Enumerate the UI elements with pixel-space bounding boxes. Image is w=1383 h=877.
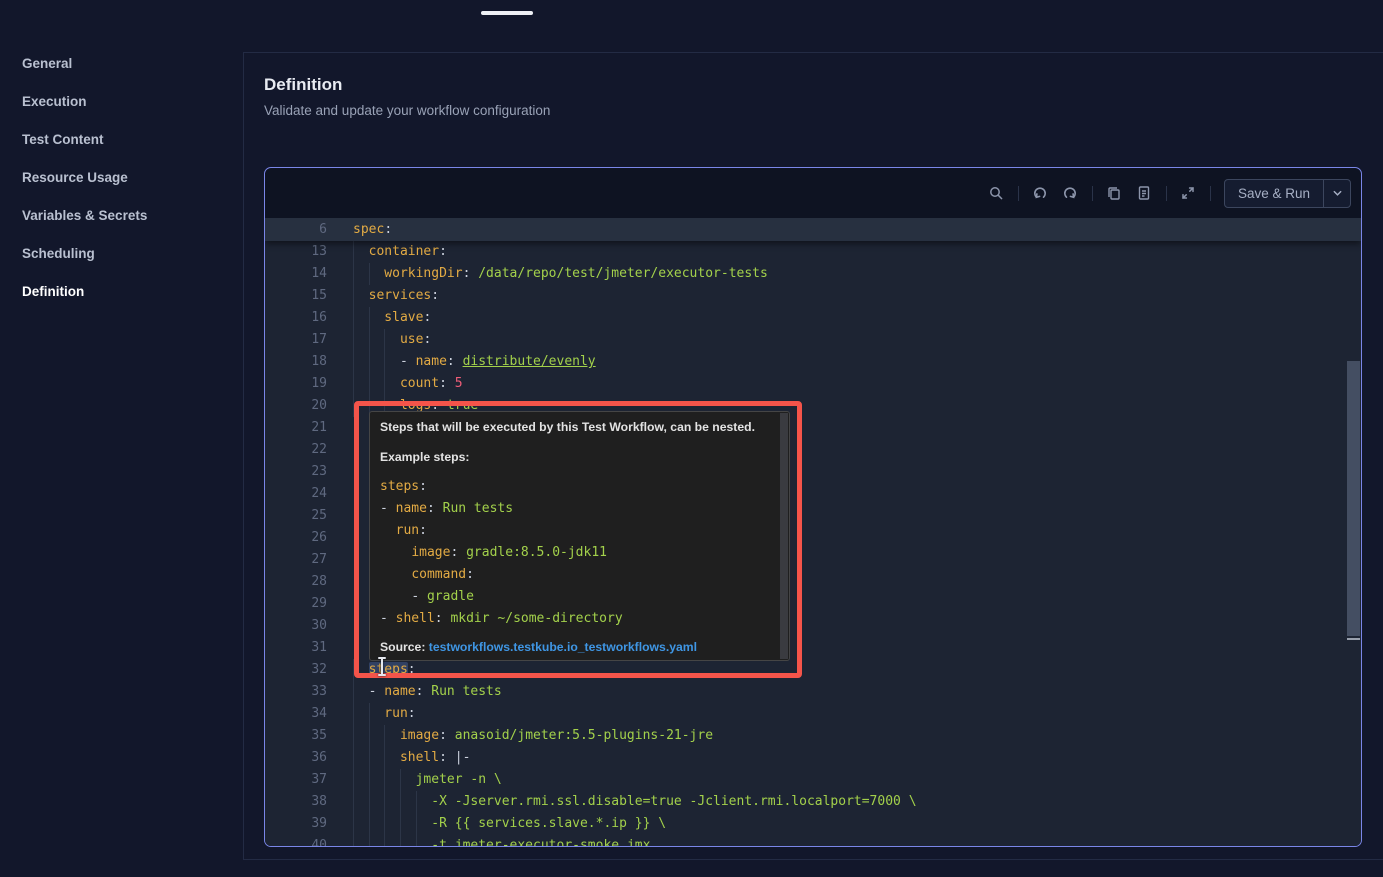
line-number: 29 bbox=[265, 593, 327, 615]
tooltip-scrollbar[interactable] bbox=[780, 413, 788, 659]
line-number: 28 bbox=[265, 571, 327, 593]
sticky-scroll-line[interactable]: 6spec: bbox=[265, 218, 1361, 241]
line-number: 13 bbox=[265, 241, 327, 263]
editor-scrollbar[interactable] bbox=[1347, 361, 1360, 636]
line-number: 17 bbox=[265, 329, 327, 351]
tooltip-code-line: - name: Run tests bbox=[380, 498, 775, 520]
code-line[interactable]: 19count: 5 bbox=[265, 373, 1347, 395]
line-number: 36 bbox=[265, 747, 327, 769]
tooltip-code-line: steps: bbox=[380, 476, 775, 498]
line-number: 25 bbox=[265, 505, 327, 527]
toolbar-divider bbox=[1018, 186, 1019, 201]
definition-panel: Definition Validate and update your work… bbox=[243, 52, 1383, 860]
tooltip-example-label: Example steps: bbox=[380, 449, 775, 465]
line-number: 32 bbox=[265, 659, 327, 681]
line-number: 37 bbox=[265, 769, 327, 791]
code-line[interactable]: 16slave: bbox=[265, 307, 1347, 329]
line-number: 18 bbox=[265, 351, 327, 373]
line-number: 21 bbox=[265, 417, 327, 439]
line-number: 35 bbox=[265, 725, 327, 747]
tooltip-source-row: Source: testworkflows.testkube.io_testwo… bbox=[380, 639, 775, 655]
yaml-value-link[interactable]: distribute/evenly bbox=[463, 354, 596, 369]
yaml-editor[interactable]: Save & Run 13container:14workingDir: /da… bbox=[264, 167, 1362, 847]
line-number: 14 bbox=[265, 263, 327, 285]
page-title: Definition bbox=[264, 75, 342, 95]
code-line[interactable]: 36shell: |- bbox=[265, 747, 1347, 769]
expand-icon[interactable] bbox=[1180, 185, 1197, 202]
code-line[interactable]: 13container: bbox=[265, 241, 1347, 263]
line-number: 6 bbox=[265, 218, 327, 241]
redo-icon[interactable] bbox=[1062, 185, 1079, 202]
line-number: 40 bbox=[265, 835, 327, 846]
sidebar-item-test-content[interactable]: Test Content bbox=[22, 132, 104, 150]
editor-scrollbar-marker bbox=[1347, 638, 1360, 640]
line-number: 31 bbox=[265, 637, 327, 659]
sidebar-item-scheduling[interactable]: Scheduling bbox=[22, 246, 95, 264]
code-line[interactable]: 40-t jmeter-executor-smoke.jmx bbox=[265, 835, 1347, 846]
code-line[interactable]: 38-X -Jserver.rmi.ssl.disable=true -Jcli… bbox=[265, 791, 1347, 813]
line-number: 27 bbox=[265, 549, 327, 571]
line-number: 24 bbox=[265, 483, 327, 505]
toolbar-divider bbox=[1092, 186, 1093, 201]
search-icon[interactable] bbox=[988, 185, 1005, 202]
tooltip-code-line: - shell: mkdir ~/some-directory bbox=[380, 608, 775, 630]
code-line[interactable]: 14workingDir: /data/repo/test/jmeter/exe… bbox=[265, 263, 1347, 285]
sidebar-item-general[interactable]: General bbox=[22, 56, 72, 74]
save-and-run-label[interactable]: Save & Run bbox=[1225, 180, 1323, 207]
code-line[interactable]: 18- name: distribute/evenly bbox=[265, 351, 1347, 373]
line-number: 26 bbox=[265, 527, 327, 549]
line-number: 39 bbox=[265, 813, 327, 835]
tooltip-code-line: command: bbox=[380, 564, 775, 586]
line-number: 19 bbox=[265, 373, 327, 395]
line-number: 38 bbox=[265, 791, 327, 813]
line-number: 34 bbox=[265, 703, 327, 725]
page-subtitle: Validate and update your workflow config… bbox=[264, 103, 550, 118]
code-line[interactable]: 17use: bbox=[265, 329, 1347, 351]
line-number: 30 bbox=[265, 615, 327, 637]
undo-icon[interactable] bbox=[1032, 185, 1049, 202]
line-number: 22 bbox=[265, 439, 327, 461]
line-number: 15 bbox=[265, 285, 327, 307]
copy-icon[interactable] bbox=[1106, 185, 1123, 202]
code-line[interactable]: 37jmeter -n \ bbox=[265, 769, 1347, 791]
tooltip-source-label: Source: bbox=[380, 640, 425, 654]
sidebar-item-definition[interactable]: Definition bbox=[22, 284, 84, 302]
line-number: 16 bbox=[265, 307, 327, 329]
line-number: 20 bbox=[265, 395, 327, 417]
tooltip-code-line: run: bbox=[380, 520, 775, 542]
tooltip-code-block: steps:- name: Run tests run: image: grad… bbox=[380, 476, 775, 630]
code-line[interactable]: 39-R {{ services.slave.*.ip }} \ bbox=[265, 813, 1347, 835]
file-text-icon[interactable] bbox=[1136, 185, 1153, 202]
sidebar-item-variables-secrets[interactable]: Variables & Secrets bbox=[22, 208, 147, 226]
chevron-down-icon[interactable] bbox=[1323, 180, 1350, 207]
line-number: 33 bbox=[265, 681, 327, 703]
tooltip-source-link[interactable]: testworkflows.testkube.io_testworkflows.… bbox=[429, 640, 697, 654]
code-line[interactable]: 35image: anasoid/jmeter:5.5-plugins-21-j… bbox=[265, 725, 1347, 747]
sidebar-item-execution[interactable]: Execution bbox=[22, 94, 87, 112]
workflow-settings-page: General Execution Test Content Resource Usa… bbox=[0, 0, 1383, 877]
hover-tooltip: Steps that will be executed by this Test… bbox=[369, 411, 790, 661]
toolbar-divider bbox=[1210, 186, 1211, 201]
code-line[interactable]: 34run: bbox=[265, 703, 1347, 725]
top-tab-indicator bbox=[481, 11, 533, 15]
code-line[interactable]: 33- name: Run tests bbox=[265, 681, 1347, 703]
tooltip-code-line: - gradle bbox=[380, 586, 775, 608]
tooltip-heading: Steps that will be executed by this Test… bbox=[380, 419, 775, 435]
code-line[interactable]: 15services: bbox=[265, 285, 1347, 307]
editor-toolbar: Save & Run bbox=[265, 168, 1361, 218]
toolbar-divider bbox=[1166, 186, 1167, 201]
code-line[interactable]: 32steps: bbox=[265, 659, 1347, 681]
tooltip-code-line: image: gradle:8.5.0-jdk11 bbox=[380, 542, 775, 564]
line-number: 23 bbox=[265, 461, 327, 483]
sidebar-item-resource-usage[interactable]: Resource Usage bbox=[22, 170, 128, 188]
save-and-run-button[interactable]: Save & Run bbox=[1224, 179, 1351, 208]
